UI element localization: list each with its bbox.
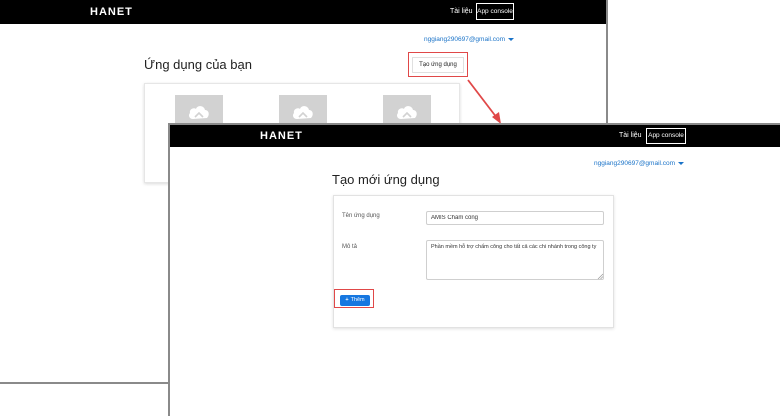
account-menu[interactable]: nggiang290697@gmail.com (424, 36, 515, 43)
chevron-down-icon (508, 37, 515, 41)
hanet-logo[interactable]: HANET (90, 6, 133, 18)
page-title: Tạo mới ứng dụng (332, 172, 440, 187)
docs-link[interactable]: Tài liệu (450, 8, 473, 15)
top-navbar: HANET Tài liệu App console (170, 125, 780, 147)
highlight-add-button (334, 289, 374, 308)
account-email: nggiang290697@gmail.com (424, 36, 506, 43)
description-label: Mô tả (342, 244, 358, 250)
app-name-input[interactable] (426, 211, 604, 225)
page-title: Ứng dụng của bạn (144, 57, 252, 72)
app-name-label: Tên ứng dụng (342, 213, 380, 219)
description-textarea[interactable]: Phần mềm hỗ trợ chấm công cho tất cả các… (426, 240, 604, 280)
app-console-button[interactable]: App console (476, 3, 514, 20)
app-console-button[interactable]: App console (646, 128, 686, 144)
cloud-app-icon (397, 106, 417, 119)
hanet-logo[interactable]: HANET (260, 130, 303, 142)
chevron-down-icon (678, 161, 685, 165)
account-email: nggiang290697@gmail.com (594, 160, 676, 167)
cloud-app-icon (293, 106, 313, 119)
highlight-create-app (408, 52, 468, 77)
resize-handle-icon[interactable] (597, 273, 603, 279)
top-navbar: HANET Tài liệu App console (0, 0, 606, 24)
docs-link[interactable]: Tài liệu (619, 132, 642, 139)
cloud-app-icon (189, 106, 209, 119)
account-menu[interactable]: nggiang290697@gmail.com (594, 160, 685, 167)
create-app-window: HANET Tài liệu App console nggiang290697… (168, 123, 780, 416)
create-app-form: Tên ứng dụng Mô tả Phần mềm hỗ trợ chấm … (333, 195, 614, 328)
